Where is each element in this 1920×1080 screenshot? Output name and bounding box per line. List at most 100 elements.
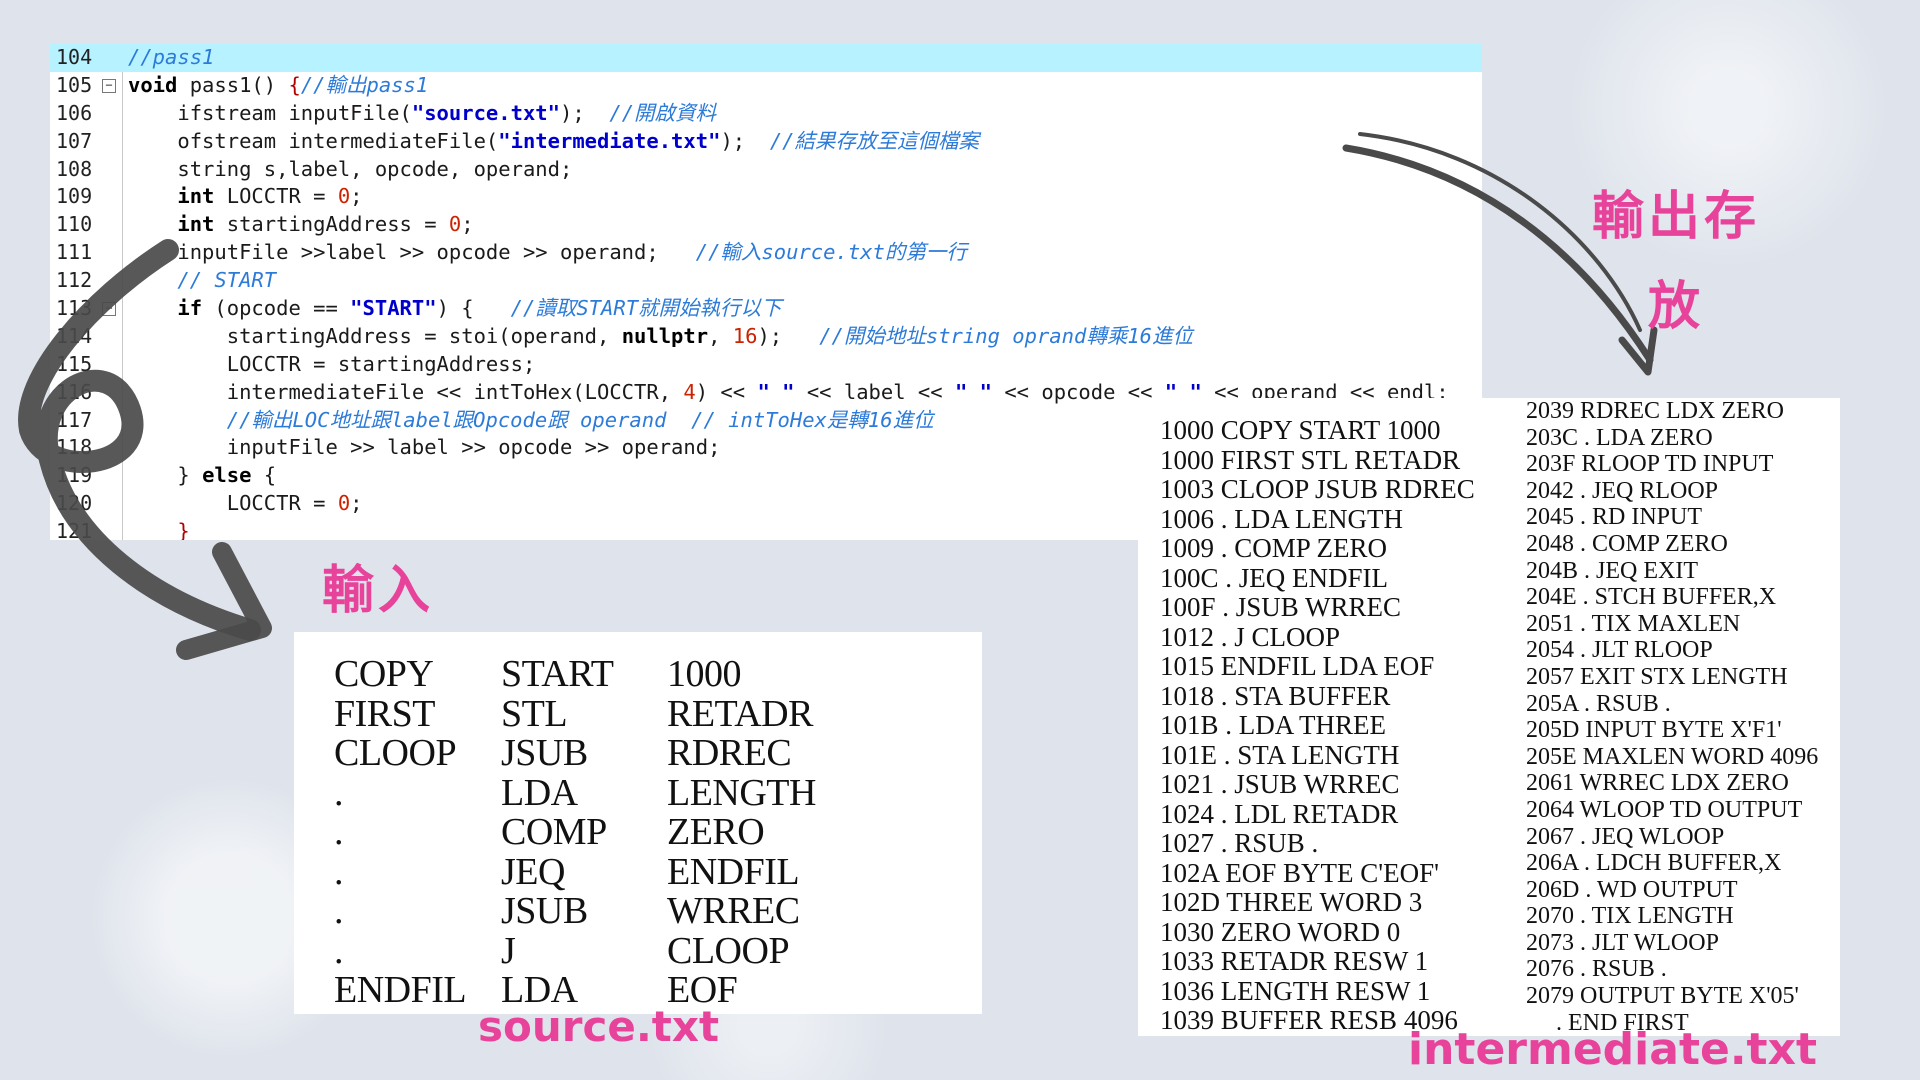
code-token: //開啟資料: [609, 100, 717, 125]
code-token: ;: [350, 491, 363, 516]
intermediate-row: 205E MAXLEN WORD 4096: [1526, 743, 1819, 770]
code-token: inputFile >> label >> opcode >> operand;: [128, 435, 721, 460]
code-line[interactable]: 106 ifstream inputFile("source.txt"); //…: [50, 100, 1482, 128]
intermediate-column-right: 2039 RDREC LDX ZERO 203C . LDA ZERO 203F R…: [1526, 398, 1818, 1036]
intermediate-row: 102A EOF BYTE C'EOF': [1160, 857, 1440, 888]
code-line[interactable]: 108 string s,label, opcode, operand;: [50, 156, 1482, 184]
source-cell: .: [334, 850, 344, 893]
code-text: }: [128, 518, 189, 540]
code-line[interactable]: 112 // START: [50, 267, 1482, 295]
intermediate-row: 2079 OUTPUT BYTE X'05': [1526, 983, 1799, 1010]
code-line[interactable]: 104 //pass1: [50, 44, 1482, 72]
code-token: (opcode ==: [202, 296, 351, 321]
code-token: LOCCTR =: [128, 491, 338, 516]
code-token: << label <<: [794, 379, 955, 404]
line-number: 117: [56, 407, 93, 432]
code-text: LOCCTR = startingAddress;: [128, 351, 536, 379]
code-line[interactable]: 109 int LOCCTR = 0;: [50, 183, 1482, 211]
input-label: 輸入: [322, 561, 435, 621]
code-token: 4: [683, 379, 696, 404]
source-cell: RETADR: [667, 692, 813, 735]
intermediate-row: 101E . STA LENGTH: [1160, 739, 1400, 770]
code-text: string s,label, opcode, operand;: [128, 156, 572, 184]
code-token: //輸入source.txt的第一行: [695, 240, 967, 265]
code-token: int: [128, 212, 215, 237]
line-number: 104: [56, 45, 93, 69]
code-token: " ": [757, 379, 795, 404]
intermediate-row: 2057 EXIT STX LENGTH: [1526, 663, 1788, 690]
code-line[interactable]: 105− void pass1() {//輸出pass1: [50, 72, 1482, 100]
code-token: LOCCTR = startingAddress;: [128, 351, 536, 376]
code-line[interactable]: 107 ofstream intermediateFile("intermedi…: [50, 128, 1482, 156]
code-token: 16: [732, 323, 758, 348]
code-line[interactable]: 113− if (opcode == "START") { //讀取START就…: [50, 295, 1482, 323]
intermediate-row: 1033 RETADR RESW 1: [1160, 946, 1429, 976]
intermediate-row: 1030 ZERO WORD 0: [1160, 916, 1401, 947]
intermediate-row: 204B . JEQ EXIT: [1526, 557, 1698, 584]
code-token: 0: [337, 184, 351, 209]
code-token: nullptr: [621, 323, 709, 348]
intermediate-row: 100F . JSUB WRREC: [1160, 592, 1402, 622]
intermediate-row: 1009 . COMP ZERO: [1160, 533, 1388, 563]
code-token: //輸出pass1: [300, 72, 429, 97]
source-cell: ENDFIL: [334, 969, 467, 1011]
code-line[interactable]: 115 LOCCTR = startingAddress;: [50, 351, 1482, 379]
intermediate-row: 1018 . STA BUFFER: [1160, 680, 1391, 711]
code-token: ) {: [436, 296, 511, 321]
code-line[interactable]: 114 startingAddress = stoi(operand, null…: [50, 323, 1482, 351]
code-text: ofstream intermediateFile("intermediate.…: [128, 128, 979, 156]
code-token: inputFile >>label >> opcode >> operand;: [128, 240, 696, 265]
line-number: 115: [56, 351, 93, 376]
code-text: int LOCCTR = 0;: [128, 183, 362, 211]
line-number: 108: [56, 156, 93, 181]
code-line[interactable]: 110 int startingAddress = 0;: [50, 211, 1482, 239]
intermediate-row: 2039 RDREC LDX ZERO: [1526, 398, 1784, 424]
intermediate-row: 203F RLOOP TD INPUT: [1526, 451, 1774, 478]
line-number: 118: [56, 435, 93, 460]
intermediate-column-left: 1000 COPY START 1000 1000 FIRST STL RETAD…: [1160, 415, 1475, 1036]
source-cell: .: [334, 890, 344, 932]
source-cell: JSUB: [501, 732, 588, 774]
intermediate-row: 2061 WRREC LDX ZERO: [1526, 770, 1789, 797]
code-token: ;: [461, 212, 474, 237]
intermediate-row: 1036 LENGTH RESW 1: [1160, 975, 1431, 1006]
code-text: if (opcode == "START") { //讀取START就開始執行以…: [128, 295, 782, 323]
source-file-label: source.txt: [478, 1002, 720, 1051]
intermediate-row: 206A . LDCH BUFFER,X: [1526, 850, 1782, 877]
line-number: 111: [56, 240, 93, 265]
intermediate-row: 1015 ENDFIL LDA EOF: [1160, 651, 1435, 681]
code-token: );: [757, 323, 820, 348]
code-token: string s,label, opcode, operand;: [128, 156, 573, 181]
code-token: {: [251, 463, 277, 488]
intermediate-row: 204E . STCH BUFFER,X: [1526, 584, 1777, 611]
fold-toggle-icon[interactable]: −: [102, 302, 116, 317]
code-token: 0: [448, 212, 462, 237]
line-number: 105: [56, 72, 93, 97]
code-token: LOCCTR =: [214, 184, 338, 209]
code-token: pass1(): [177, 72, 289, 97]
line-number: 119: [56, 463, 93, 488]
code-token: //讀取START就開始執行以下: [510, 296, 782, 321]
line-number: 106: [56, 100, 93, 125]
code-token: // START: [128, 268, 277, 293]
source-file-view: COPY START 1000 FIRST STL RETADR CLOOP JSUB RDRE…: [294, 632, 982, 1014]
code-token: "START": [350, 296, 437, 321]
source-cell: JEQ: [501, 850, 565, 893]
code-token: //結果存放至這個檔案: [769, 128, 979, 153]
source-cell: LENGTH: [667, 771, 816, 814]
code-token: "intermediate.txt": [498, 128, 721, 153]
source-cell: COMP: [501, 811, 607, 853]
line-number: 112: [56, 268, 93, 293]
intermediate-row: 100C . JEQ ENDFIL: [1160, 562, 1388, 593]
code-line[interactable]: 111 inputFile >>label >> opcode >> opera…: [50, 239, 1482, 267]
source-cell: .: [334, 929, 344, 972]
source-cell: ENDFIL: [667, 850, 800, 893]
intermediate-file-view: 1000 COPY START 1000 1000 FIRST STL RETAD…: [1138, 398, 1840, 1036]
fold-toggle-icon[interactable]: −: [102, 78, 116, 93]
intermediate-row: 1027 . RSUB .: [1160, 828, 1319, 858]
code-token: //開始地址string oprand轉乘16進位: [819, 323, 1194, 348]
source-cell: LDA: [501, 771, 578, 814]
intermediate-row: 2067 . JEQ WLOOP: [1526, 823, 1725, 850]
intermediate-row: 1003 CLOOP JSUB RDREC: [1160, 474, 1475, 504]
code-text: startingAddress = stoi(operand, nullptr,…: [128, 323, 1193, 351]
